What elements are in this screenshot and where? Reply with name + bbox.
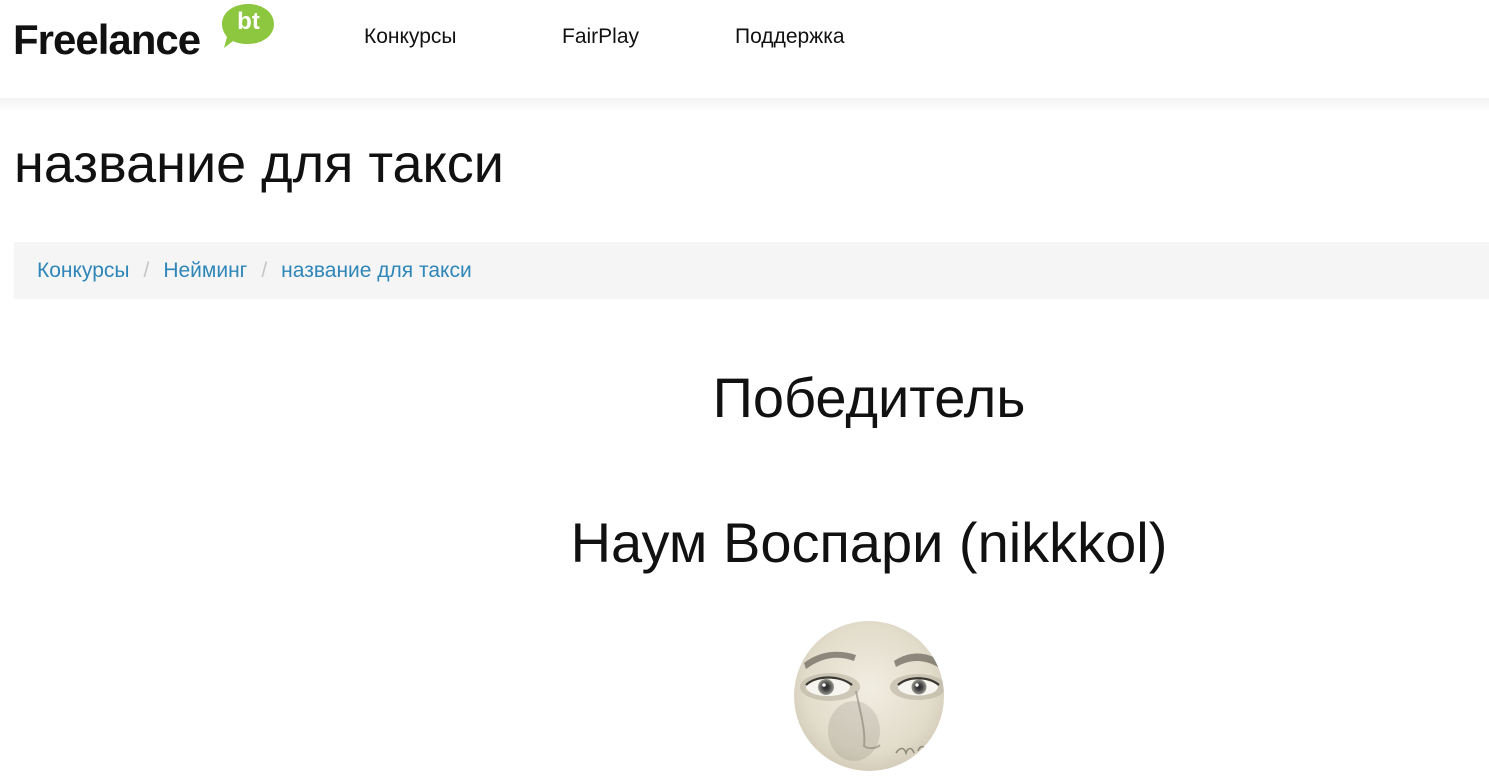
breadcrumb: Конкурсы / Нейминг / название для такси: [14, 242, 1489, 299]
header-divider: [0, 98, 1489, 112]
breadcrumb-separator: /: [143, 259, 150, 282]
breadcrumb-item-contests[interactable]: Конкурсы: [37, 256, 129, 286]
breadcrumb-item-current[interactable]: название для такси: [281, 256, 472, 286]
breadcrumb-item-naming[interactable]: Нейминг: [163, 256, 247, 286]
page-title: название для такси: [14, 134, 504, 194]
logo-badge-text: bt: [237, 8, 260, 35]
site-logo[interactable]: Freelance bt: [13, 4, 283, 63]
breadcrumb-trail: Конкурсы / Нейминг / название для такси: [37, 256, 472, 286]
logo-speech-bubble-icon: bt: [222, 2, 286, 58]
avatar-photo-icon: [794, 621, 944, 771]
winner-heading: Победитель: [712, 366, 1026, 429]
page: Freelance bt Конкурсы FairPlay Поддержка…: [0, 0, 1489, 778]
nav-link-support[interactable]: Поддержка: [735, 22, 845, 52]
site-header: Freelance bt Конкурсы FairPlay Поддержка: [0, 0, 1489, 98]
logo-wordmark: Freelance: [13, 16, 201, 63]
winner-name: Наум Воспари (nikkkol): [570, 511, 1168, 574]
winner-avatar[interactable]: [794, 621, 944, 771]
breadcrumb-separator: /: [261, 259, 268, 282]
nav-link-fairplay[interactable]: FairPlay: [562, 22, 639, 52]
nav-link-contests[interactable]: Конкурсы: [364, 22, 456, 52]
